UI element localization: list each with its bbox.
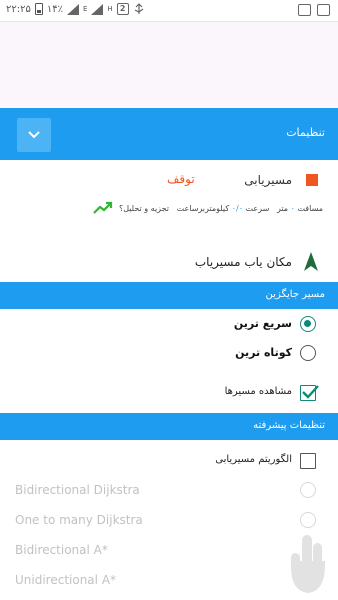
show-routes-row[interactable]: مشاهده مسیرها: [0, 379, 338, 407]
stop-icon: [306, 174, 318, 186]
sim-slot-icon: 2: [116, 3, 129, 15]
network-h-label: H: [107, 5, 113, 13]
status-bar: ۲۲:۲۵ ۱۴٪ E H 2: [0, 0, 338, 22]
battery-icon: [34, 3, 43, 15]
algorithm-option-label: Unidirectional A*: [15, 573, 117, 587]
locator-row[interactable]: مکان یاب مسیریاب: [0, 250, 338, 276]
signal-icon-2: [91, 3, 104, 15]
algorithm-option[interactable]: Bidirectional Dijkstra: [0, 477, 338, 503]
option-fastest-label: سریع ترین: [233, 317, 292, 330]
signal-icon: [66, 3, 79, 15]
advanced-settings-header: تنظیمات پیشرفته: [0, 413, 338, 440]
battery-percent: ۱۴٪: [46, 3, 63, 15]
stats-text: مسافت ۰ متر سرعت ۰/۰ کیلومتربرساعت تجزیه…: [119, 204, 323, 213]
checkmark-icon: [302, 385, 319, 399]
status-right: [298, 4, 330, 16]
stats-row: مسافت ۰ متر سرعت ۰/۰ کیلومتربرساعت تجزیه…: [0, 199, 338, 219]
algorithm-label: الگوریتم مسیریابی: [215, 454, 292, 465]
fastest-radio[interactable]: [300, 316, 316, 332]
trending-up-icon[interactable]: [93, 201, 113, 215]
hand-watermark-icon: [291, 535, 325, 593]
usb-icon: [134, 3, 144, 14]
analysis-link[interactable]: تجزیه و تحلیل؟: [119, 204, 169, 213]
advanced-settings-title: تنظیمات پیشرفته: [253, 420, 325, 431]
status-left: ۲۲:۲۵ ۱۴٪ E H 2: [6, 3, 145, 15]
map-area: [0, 22, 338, 108]
chevron-down-icon: [28, 131, 40, 139]
gallery-icon: [298, 4, 311, 16]
algorithm-radio[interactable]: [300, 482, 316, 498]
distance-value: ۰: [290, 204, 295, 213]
algorithm-option[interactable]: One to many Dijkstra: [0, 507, 338, 533]
speed-label: سرعت: [245, 204, 270, 213]
preferred-route-header: مسیر جایگزین: [0, 282, 338, 309]
algorithm-checkbox[interactable]: [300, 453, 316, 469]
navigation-arrow-icon: [304, 252, 318, 271]
speed-unit: کیلومتربرساعت: [176, 204, 230, 213]
algorithm-option-label: Bidirectional Dijkstra: [15, 483, 140, 497]
page-title: تنظیمات: [286, 126, 325, 139]
algorithm-option-label: One to many Dijkstra: [15, 513, 143, 527]
speed-value: ۰/۰: [231, 204, 243, 213]
show-routes-label: مشاهده مسیرها: [224, 386, 292, 397]
routing-toggle-row[interactable]: مسیریابی توقف: [0, 167, 338, 195]
settings-toolbar: تنظیمات: [0, 108, 338, 160]
routing-label: مسیریابی: [244, 173, 292, 187]
preferred-route-title: مسیر جایگزین: [265, 289, 325, 300]
algorithm-radio[interactable]: [300, 512, 316, 528]
option-fastest[interactable]: سریع ترین: [0, 310, 338, 338]
algorithm-option-label: Bidirectional A*: [15, 543, 108, 557]
clock: ۲۲:۲۵: [6, 3, 31, 15]
locator-label: مکان یاب مسیریاب: [194, 255, 292, 269]
option-shortest[interactable]: کوتاه ترین: [0, 339, 338, 367]
shortest-radio[interactable]: [300, 345, 316, 361]
network-e-label: E: [82, 5, 88, 13]
distance-unit: متر: [276, 204, 289, 213]
option-shortest-label: کوتاه ترین: [235, 346, 292, 359]
algorithm-row[interactable]: الگوریتم مسیریابی: [0, 447, 338, 475]
routing-status[interactable]: توقف: [167, 172, 195, 186]
game-icon: [317, 4, 330, 16]
show-routes-checkbox[interactable]: [300, 385, 319, 401]
collapse-button[interactable]: [17, 118, 51, 152]
distance-label: مسافت: [297, 204, 323, 213]
